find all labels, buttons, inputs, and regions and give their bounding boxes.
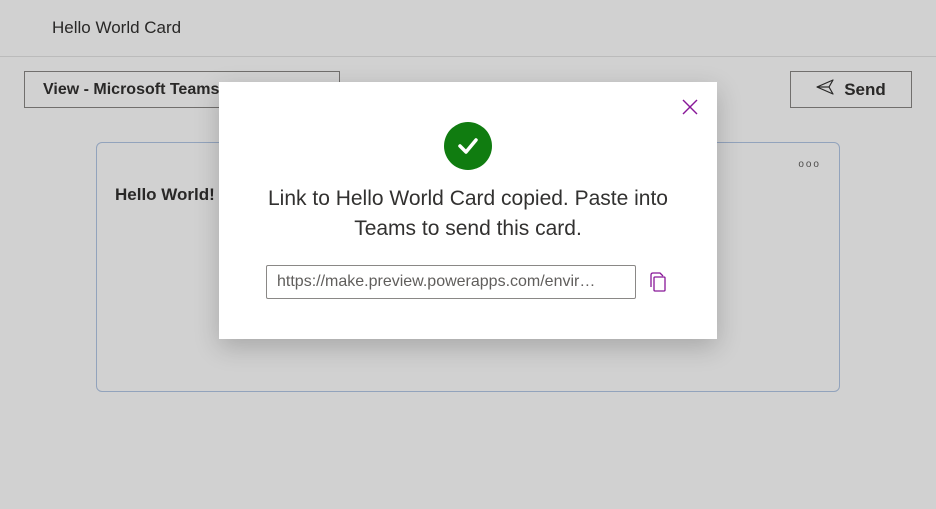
copy-icon bbox=[648, 271, 668, 293]
copy-link-dialog: Link to Hello World Card copied. Paste i… bbox=[219, 82, 717, 339]
dialog-message: Link to Hello World Card copied. Paste i… bbox=[247, 184, 689, 245]
success-icon bbox=[444, 122, 492, 170]
url-row bbox=[247, 265, 689, 299]
link-url-input[interactable] bbox=[266, 265, 636, 299]
close-button[interactable] bbox=[681, 98, 699, 116]
copy-button[interactable] bbox=[646, 269, 670, 295]
